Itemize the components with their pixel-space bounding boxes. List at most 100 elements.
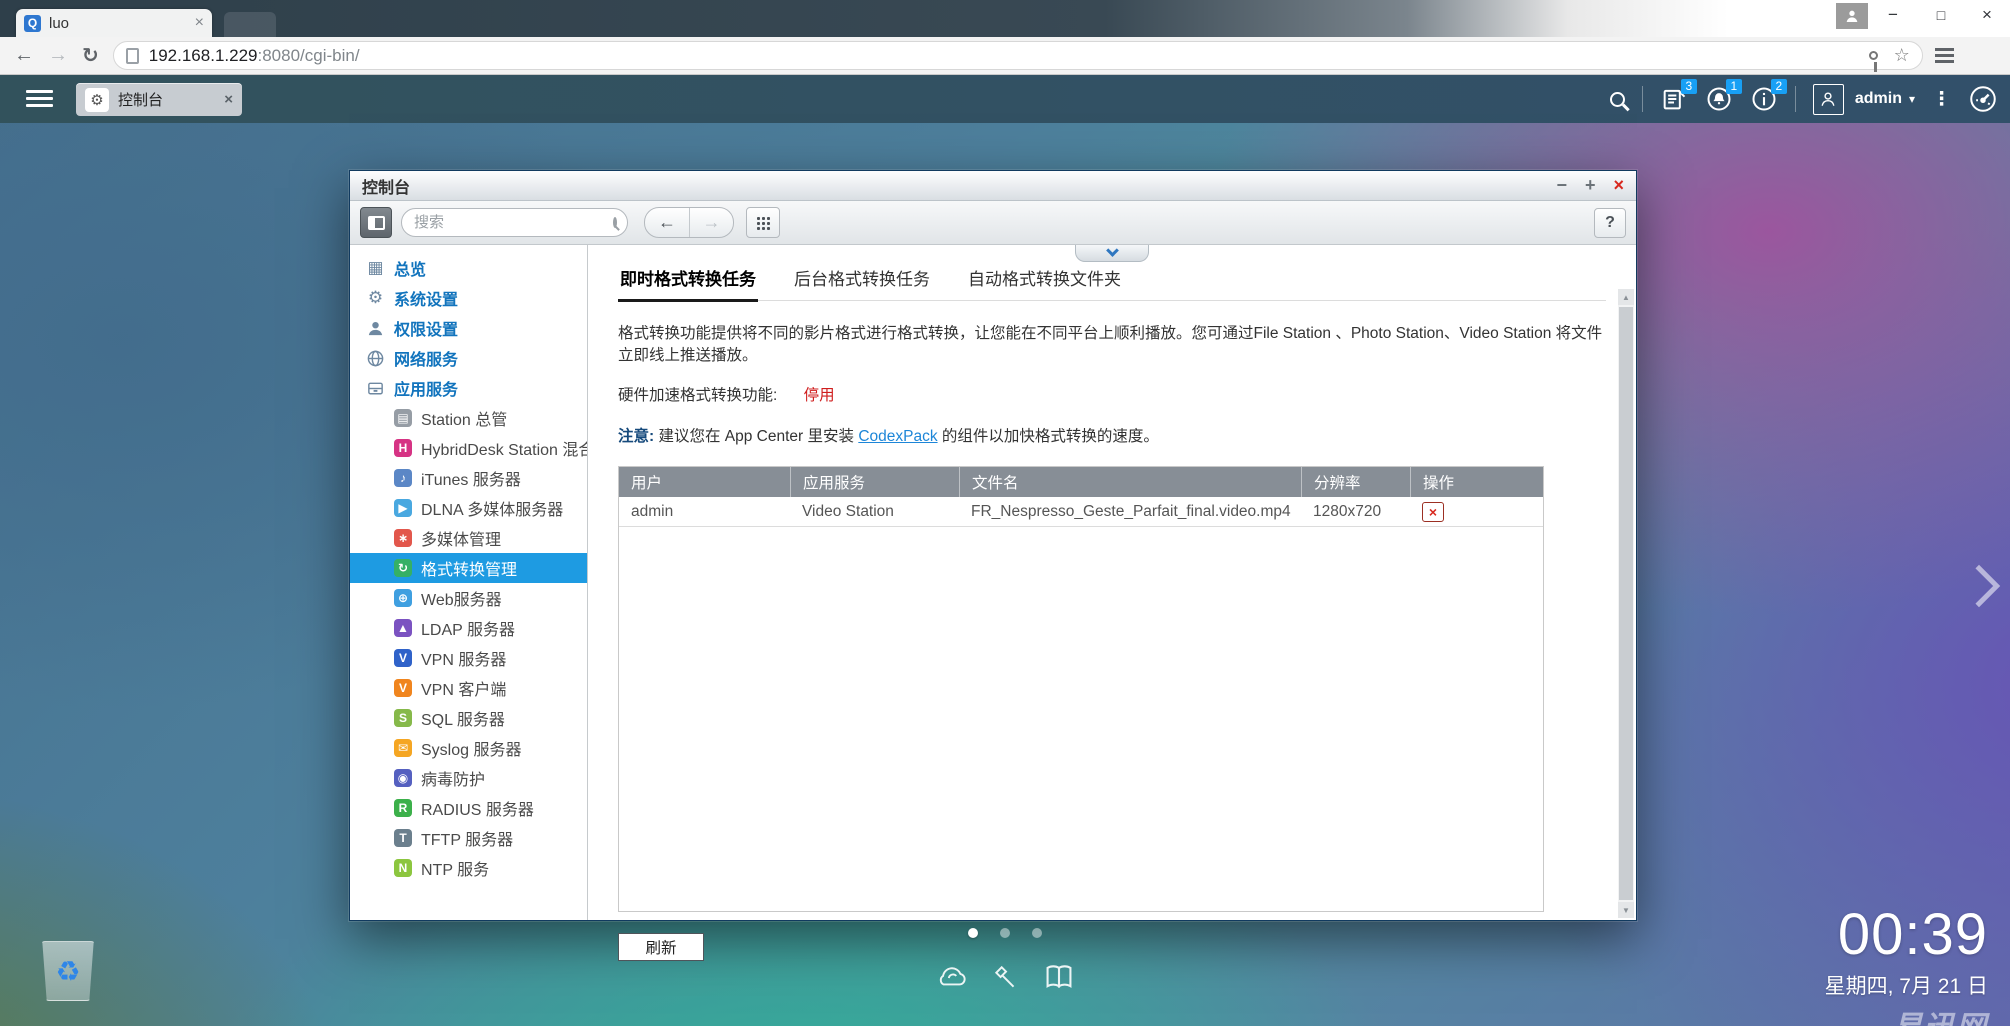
cell-service: Video Station — [802, 502, 894, 520]
sidebar-item-sql[interactable]: S SQL 服务器 — [350, 703, 587, 733]
vertical-scrollbar[interactable]: ▲ ▼ — [1618, 289, 1634, 918]
sidebar-toggle-icon — [367, 215, 385, 230]
panel-minimize-icon[interactable]: − — [1556, 175, 1567, 196]
notifications-button[interactable]: 2 — [1750, 79, 1787, 113]
notifications-badge: 2 — [1770, 79, 1787, 94]
sidebar-group-applications[interactable]: 应用服务 — [350, 373, 587, 403]
username-label[interactable]: admin — [1855, 90, 1902, 108]
sidebar-item-multimedia[interactable]: ∗ 多媒体管理 — [350, 523, 587, 553]
codexpack-link[interactable]: CodexPack — [858, 428, 937, 445]
sidebar-item-ntp[interactable]: N NTP 服务 — [350, 853, 587, 883]
sidebar-item-radius[interactable]: R RADIUS 服务器 — [350, 793, 587, 823]
scrollbar-thumb[interactable] — [1619, 307, 1633, 900]
sidebar-item-web-server[interactable]: ⊕ Web服务器 — [350, 583, 587, 613]
window-toolbar: ← → ? — [350, 201, 1636, 245]
panel-search-box[interactable] — [401, 208, 628, 237]
collapse-panel-button[interactable] — [1075, 244, 1149, 262]
next-desktop-arrow-icon[interactable] — [1957, 564, 2001, 608]
scroll-down-icon[interactable]: ▼ — [1618, 902, 1634, 918]
sidebar-group-system[interactable]: ⚙ 系统设置 — [350, 283, 587, 313]
bookmark-star-icon[interactable]: ☆ — [1894, 45, 1910, 66]
more-options-icon[interactable]: ⋮ — [1932, 88, 1951, 111]
sidebar-item-dlna[interactable]: ▶ DLNA 多媒体服务器 — [350, 493, 587, 523]
sidebar-item-syslog[interactable]: ✉ Syslog 服务器 — [350, 733, 587, 763]
page-dot-3[interactable] — [1032, 928, 1042, 938]
scroll-up-icon[interactable]: ▲ — [1618, 289, 1634, 305]
myqnapcloud-icon[interactable] — [935, 963, 969, 991]
panel-back-button[interactable]: ← — [645, 208, 689, 237]
alerts-button[interactable]: 1 — [1705, 79, 1742, 113]
tab-realtime-transcode[interactable]: 即时格式转换任务 — [618, 259, 758, 302]
app-drawer-icon — [368, 382, 383, 394]
background-tasks-button[interactable]: 3 — [1660, 79, 1697, 113]
tab-background-transcode[interactable]: 后台格式转换任务 — [792, 259, 932, 300]
sidebar-item-transcode[interactable]: ↻ 格式转换管理 — [350, 553, 587, 583]
page-dot-2[interactable] — [1000, 928, 1010, 938]
main-menu-icon[interactable] — [26, 90, 53, 93]
browser-refresh-button[interactable]: ↻ — [82, 43, 99, 68]
transcode-main-panel: 即时格式转换任务 后台格式转换任务 自动格式转换文件夹 格式转换功能提供将不同的… — [588, 244, 1636, 961]
sidebar-item-ldap[interactable]: ▲ LDAP 服务器 — [350, 613, 587, 643]
panel-search-input[interactable] — [414, 214, 613, 231]
new-tab-button[interactable] — [224, 12, 276, 37]
panel-maximize-icon[interactable]: + — [1585, 175, 1596, 196]
search-icon[interactable] — [1609, 91, 1625, 107]
sidebar-group-network[interactable]: 网络服务 — [350, 343, 587, 373]
sidebar-item-vpn-server[interactable]: V VPN 服务器 — [350, 643, 587, 673]
person-icon — [368, 321, 383, 335]
taskbar-tab-controlpanel[interactable]: ⚙ 控制台 × — [76, 83, 242, 116]
cell-resolution: 1280x720 — [1313, 502, 1382, 520]
browser-menu-icon[interactable] — [1934, 48, 1954, 51]
taskbar-tab-close-icon[interactable]: × — [224, 91, 233, 108]
sidebar-item-tftp[interactable]: T TFTP 服务器 — [350, 823, 587, 853]
transcode-description: 格式转换功能提供将不同的影片格式进行格式转换，让您能在不同平台上顺利播放。您可通… — [618, 325, 1603, 364]
multimedia-icon: ∗ — [394, 529, 412, 547]
url-input[interactable]: 192.168.1.229:8080/cgi-bin/ ☆ — [112, 41, 1923, 72]
window-minimize-button[interactable]: − — [1870, 0, 1916, 30]
col-service: 应用服务 — [790, 467, 959, 497]
help-button[interactable]: ? — [1594, 208, 1626, 238]
sidebar-item-station-manager[interactable]: ▤ Station 总管 — [350, 403, 587, 433]
panel-forward-button[interactable]: → — [689, 208, 733, 237]
browser-profile-button[interactable] — [1836, 3, 1868, 29]
tab-auto-transcode-folder[interactable]: 自动格式转换文件夹 — [966, 259, 1123, 300]
sidebar-item-vpn-client[interactable]: V VPN 客户端 — [350, 673, 587, 703]
hw-accel-status: 停用 — [803, 387, 835, 404]
refresh-button[interactable]: 刷新 — [618, 933, 704, 961]
sidebar-group-overview[interactable]: ▦ 总览 — [350, 253, 587, 283]
page-dot-1[interactable] — [968, 928, 978, 938]
sidebar-item-hybriddesk[interactable]: H HybridDesk Station 混合桌面... — [350, 433, 587, 463]
sidebar-group-privilege[interactable]: 权限设置 — [350, 313, 587, 343]
browser-tabstrip: Q luo × − □ × — [0, 0, 2010, 37]
transcode-table: 用户 应用服务 文件名 分辨率 操作 admin Video Station F… — [618, 466, 1544, 912]
cell-filename: FR_Nespresso_Geste_Parfait_final.video.m… — [971, 502, 1291, 520]
transcode-tabs: 即时格式转换任务 后台格式转换任务 自动格式转换文件夹 — [618, 259, 1606, 302]
table-row[interactable]: admin Video Station FR_Nespresso_Geste_P… — [619, 497, 1543, 527]
sidebar-item-antivirus[interactable]: ◉ 病毒防护 — [350, 763, 587, 793]
tools-hammer-icon[interactable] — [991, 963, 1021, 991]
tab-close-icon[interactable]: × — [195, 14, 204, 32]
sidebar-toggle-button[interactable] — [360, 207, 392, 238]
control-panel-sidebar: ▦ 总览 ⚙ 系统设置 权限设置 网络服务 应用服务 ▤ Station 总管 … — [350, 245, 588, 920]
note-label: 注意: — [618, 428, 655, 445]
radius-icon: R — [394, 799, 412, 817]
browser-back-button[interactable]: ← — [14, 44, 34, 67]
chevron-down-icon — [1105, 244, 1119, 257]
sidebar-item-itunes[interactable]: ♪ iTunes 服务器 — [350, 463, 587, 493]
chevron-down-icon[interactable]: ▾ — [1909, 92, 1915, 106]
window-maximize-button[interactable]: □ — [1918, 0, 1964, 30]
gear-icon: ⚙ — [367, 288, 384, 307]
screen: Q luo × − □ × ← → ↻ 192.168.1.229:8080/c… — [0, 0, 2010, 1026]
browser-forward-button[interactable]: → — [48, 44, 68, 67]
book-icon[interactable] — [1043, 963, 1075, 991]
recycle-bin[interactable]: ♻ — [42, 941, 94, 1001]
password-key-icon[interactable] — [1868, 51, 1878, 72]
user-avatar[interactable] — [1812, 83, 1844, 115]
delete-task-button[interactable]: × — [1422, 501, 1444, 522]
browser-tab[interactable]: Q luo × — [16, 9, 212, 37]
window-close-button[interactable]: × — [1964, 0, 2010, 30]
view-grid-button[interactable] — [746, 207, 780, 238]
dashboard-gauge-icon[interactable] — [1968, 84, 1998, 114]
panel-close-icon[interactable]: × — [1613, 175, 1624, 196]
window-titlebar[interactable]: 控制台 − + × — [350, 171, 1636, 201]
